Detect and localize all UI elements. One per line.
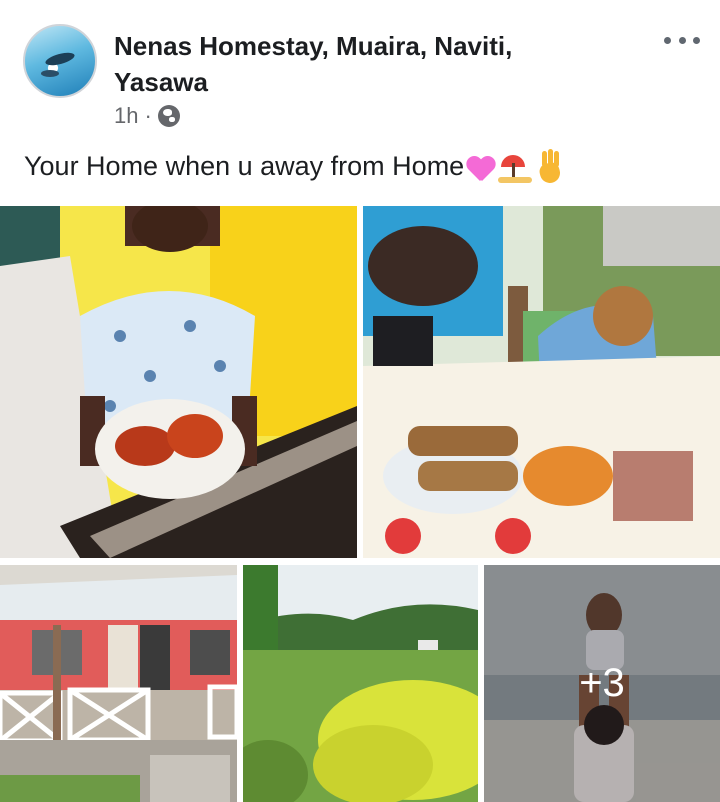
meta-separator: ·	[144, 103, 152, 128]
post-caption: Your Home when u away from Home	[24, 146, 704, 186]
avatar-fish-shape-small	[41, 70, 59, 77]
photo-boy-with-lobster[interactable]	[0, 206, 357, 558]
post-meta: 1h ·	[114, 102, 180, 130]
photo-green-field-hills[interactable]	[243, 565, 478, 802]
more-options-icon[interactable]	[660, 28, 704, 52]
more-photos-overlay[interactable]: +3	[484, 565, 720, 802]
photo-baby-on-beach[interactable]: +3	[484, 565, 720, 802]
post-header: Nenas Homestay, Muaira, Naviti, Yasawa 1…	[0, 0, 720, 140]
post-timestamp[interactable]: 1h	[114, 103, 138, 129]
photo-dining-table[interactable]	[363, 206, 720, 558]
pink-heart-emoji	[466, 155, 496, 181]
photo-homestay-building[interactable]	[0, 565, 237, 802]
more-photos-count: +3	[579, 661, 625, 705]
avatar-fish-shape	[44, 50, 76, 68]
page-name-link[interactable]: Nenas Homestay, Muaira, Naviti, Yasawa	[114, 28, 594, 100]
page-avatar[interactable]	[23, 24, 97, 98]
beach-umbrella-emoji	[498, 153, 533, 183]
caption-text: Your Home when u away from Home	[24, 151, 465, 181]
waving-hand-emoji	[534, 148, 566, 186]
globe-icon	[157, 105, 180, 127]
